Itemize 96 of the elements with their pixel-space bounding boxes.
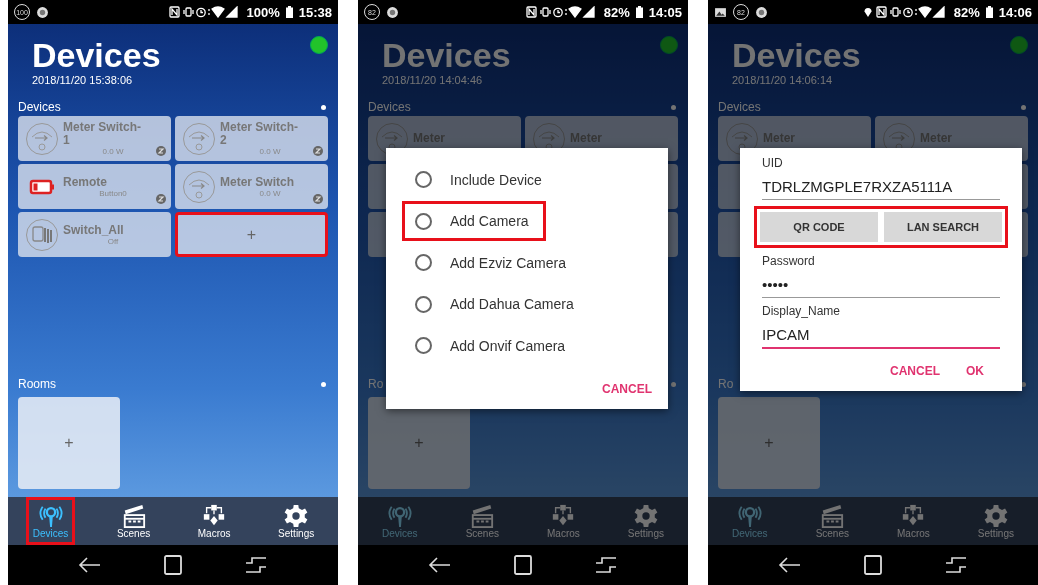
tab[interactable]: Macros: [891, 497, 936, 545]
radio-icon[interactable]: [415, 254, 432, 271]
page-indicator-dot: [321, 104, 326, 110]
page-indicator-dot: [671, 104, 676, 110]
device-reading: 0.0 W: [102, 147, 124, 156]
add-device-tile[interactable]: +: [175, 212, 328, 257]
radio-icon[interactable]: [415, 212, 432, 230]
z-wave-icon: [156, 194, 166, 204]
radio-icon[interactable]: [415, 171, 432, 188]
image-icon: [714, 5, 727, 19]
device-name: Remote: [63, 175, 108, 189]
section-label: Ro: [368, 377, 384, 391]
dialog-action-button[interactable]: CANCEL: [884, 363, 946, 379]
timestamp: 2018/11/20 14:04:46: [382, 74, 484, 86]
home-icon[interactable]: [511, 555, 535, 575]
tab[interactable]: Settings: [971, 497, 1020, 545]
page-title: Devices: [32, 36, 161, 74]
device-name: Meter Switch-1: [63, 121, 142, 147]
dialog-button[interactable]: LAN SEARCH: [884, 212, 1002, 242]
option-item[interactable]: Add Camera: [402, 201, 546, 241]
battery-icon: [635, 6, 643, 18]
device-tile[interactable]: Meter Switch 0.0 W: [175, 164, 328, 209]
dialog-action-button[interactable]: CANCEL: [596, 381, 658, 397]
device-name: Meter Switch: [220, 175, 295, 189]
z-wave-icon: [313, 194, 323, 204]
option-item[interactable]: Add Onvif Camera: [402, 325, 583, 366]
tab[interactable]: Scenes: [809, 497, 855, 545]
tab[interactable]: Devices: [25, 497, 76, 545]
back-icon[interactable]: [77, 555, 102, 575]
z-wave-icon: [156, 146, 166, 156]
device-reading: 0.0 W: [259, 188, 281, 198]
device-reading: Off: [107, 236, 119, 246]
status-time: 14:05: [648, 4, 682, 20]
section-label: Rooms: [18, 377, 56, 391]
section-label: Devices: [18, 100, 61, 114]
field-label: Password: [762, 254, 816, 268]
meter-icon: [182, 169, 216, 204]
app-notification-icon: [755, 5, 768, 19]
option-item[interactable]: Add Dahua Camera: [402, 284, 591, 324]
recents-icon[interactable]: [244, 555, 269, 575]
section-label: Devices: [368, 100, 411, 114]
status-time: 15:38: [298, 4, 332, 20]
timestamp: 2018/11/20 14:06:14: [732, 74, 834, 86]
add-room-tile[interactable]: +: [718, 397, 820, 489]
page-indicator-dot: [1021, 104, 1026, 110]
field-label: Display_Name: [762, 304, 842, 318]
z-wave-icon: [313, 146, 323, 156]
home-icon[interactable]: [861, 555, 885, 575]
page-title: Devices: [732, 36, 861, 74]
device-tile[interactable]: Switch_All Off: [18, 212, 171, 257]
dialog-action-button[interactable]: OK: [960, 363, 990, 379]
radio-icon[interactable]: [415, 295, 432, 313]
back-icon[interactable]: [427, 555, 452, 575]
recents-icon[interactable]: [594, 555, 619, 575]
page-indicator-dot: [321, 381, 326, 387]
back-icon[interactable]: [777, 555, 802, 575]
tab[interactable]: Devices: [726, 497, 774, 545]
device-reading: 0.0 W: [259, 147, 281, 156]
battery-percentage: 82%: [953, 4, 980, 20]
device-tile[interactable]: Meter Switch-1 0.0 W: [18, 116, 171, 161]
meter-icon: [182, 121, 216, 156]
home-icon[interactable]: [161, 555, 185, 575]
switch-group-icon: [25, 217, 59, 252]
meter-icon: [375, 121, 409, 156]
tab[interactable]: Macros: [191, 497, 237, 545]
app-notification-icon: [386, 5, 399, 19]
timestamp: 2018/11/20 15:38:06: [32, 74, 134, 86]
meter-icon: [725, 121, 759, 156]
recents-icon[interactable]: [944, 555, 969, 575]
tab[interactable]: Macros: [541, 497, 586, 545]
meter-icon: [25, 121, 59, 156]
option-item[interactable]: Add Ezviz Camera: [402, 242, 583, 283]
radio-icon[interactable]: [415, 337, 432, 354]
tab[interactable]: Scenes: [110, 497, 157, 545]
battery-percentage: 100%: [246, 4, 280, 20]
battery-percentage: 82%: [603, 4, 630, 20]
section-label: Ro: [718, 377, 734, 391]
device-tile[interactable]: Meter Switch-2 0.0 W: [175, 116, 328, 161]
device-name: Meter Switch-2: [220, 121, 299, 147]
tab[interactable]: Settings: [272, 497, 321, 545]
add-room-tile[interactable]: +: [18, 397, 120, 489]
device-reading: Button0: [99, 188, 127, 198]
tab[interactable]: Scenes: [459, 497, 505, 545]
page-indicator-dot: [671, 381, 676, 387]
app-notification-icon: [36, 5, 49, 19]
battery-icon: [285, 6, 293, 18]
page-title: Devices: [382, 36, 511, 74]
section-label: Devices: [718, 100, 761, 114]
battery-icon: [985, 6, 993, 18]
tab[interactable]: Settings: [621, 497, 670, 545]
option-item[interactable]: Include Device: [402, 159, 559, 200]
device-name: Switch_All: [63, 223, 125, 237]
dialog-button[interactable]: QR CODE: [760, 212, 878, 242]
device-tile[interactable]: Remote Button0: [18, 164, 171, 209]
tab[interactable]: Devices: [376, 497, 424, 545]
status-time: 14:06: [998, 4, 1032, 20]
